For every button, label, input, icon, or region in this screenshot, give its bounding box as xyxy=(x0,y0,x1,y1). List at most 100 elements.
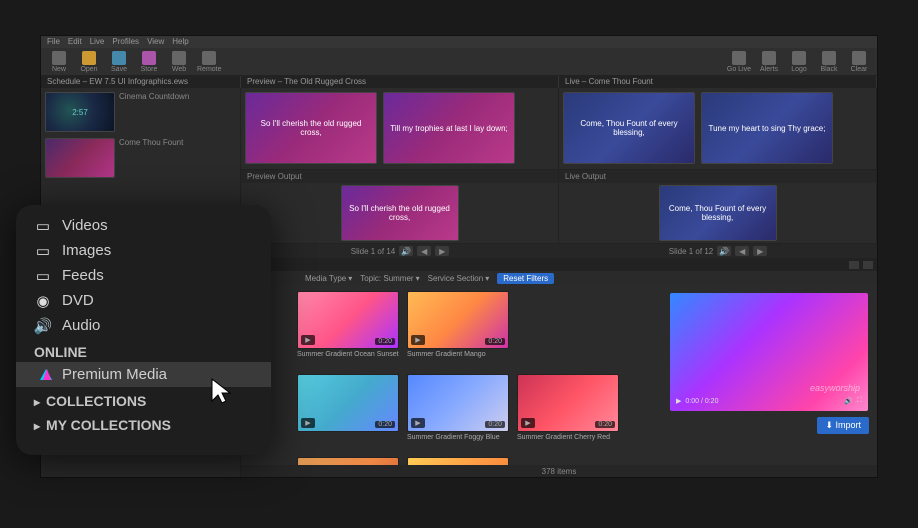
media-thumb: ▶0:20 xyxy=(407,291,509,349)
alerts-icon xyxy=(762,51,776,65)
preview-slides: So I'll cherish the old rugged cross,Til… xyxy=(241,88,559,169)
next-button[interactable]: ▶ xyxy=(435,246,449,256)
toolbar-black[interactable]: Black xyxy=(817,51,841,73)
menu-view[interactable]: View xyxy=(147,37,164,47)
volume-icon[interactable]: 🔊 xyxy=(399,246,413,256)
clear-icon xyxy=(852,51,866,65)
fullscreen-icon[interactable]: ⛶ xyxy=(857,397,862,405)
toolbar-store[interactable]: Store xyxy=(137,51,161,73)
play-icon: ▶ xyxy=(411,335,425,345)
menu-item-audio[interactable]: 🔊Audio xyxy=(16,313,271,338)
live-output-slide[interactable]: Come, Thou Fount of every blessing, xyxy=(659,185,777,241)
next-button[interactable]: ▶ xyxy=(753,246,767,256)
media-thumb xyxy=(407,457,509,465)
duration-badge: 0:20 xyxy=(485,421,505,428)
menu-item-feeds[interactable]: ▭Feeds xyxy=(16,263,271,288)
media-title: Summer Gradient Mango xyxy=(407,351,509,358)
slide[interactable]: Come, Thou Fount of every blessing, xyxy=(563,92,695,164)
toolbar-go-live[interactable]: Go Live xyxy=(727,51,751,73)
filter-topic[interactable]: Topic: Summer ▾ xyxy=(360,274,419,283)
menu-profiles[interactable]: Profiles xyxy=(112,37,139,47)
collections-section[interactable]: COLLECTIONS xyxy=(16,387,271,411)
new-icon xyxy=(52,51,66,65)
chevron-down-icon: ▾ xyxy=(485,274,489,283)
play-icon: ▶ xyxy=(411,418,425,428)
media-title: Summer Gradient Foggy Blue xyxy=(407,434,509,441)
preview-output-slide[interactable]: So I'll cherish the old rugged cross, xyxy=(341,185,459,241)
toolbar-open[interactable]: Open xyxy=(77,51,101,73)
toolbar-new[interactable]: New xyxy=(47,51,71,73)
prev-button[interactable]: ◀ xyxy=(735,246,749,256)
media-thumb: ▶0:20 xyxy=(297,374,399,432)
store-icon xyxy=(142,51,156,65)
toolbar-save[interactable]: Save xyxy=(107,51,131,73)
web-icon xyxy=(172,51,186,65)
live-slides: Come, Thou Fount of every blessing,Tune … xyxy=(559,88,877,169)
audio-icon: 🔊 xyxy=(34,319,52,333)
video-icon: ▭ xyxy=(34,219,52,233)
filter-media-type[interactable]: Media Type ▾ xyxy=(305,274,352,283)
duration-badge: 0:20 xyxy=(375,338,395,345)
media-grid: ▶0:20Summer Gradient Ocean Sunset▶0:20Su… xyxy=(247,291,656,465)
media-tile[interactable]: ▶0:20Summer Gradient Cherry Red xyxy=(517,374,619,441)
media-tile[interactable]: ▶0:20 Summer Gradient Mango xyxy=(407,291,509,358)
filter-service-section[interactable]: Service Section ▾ xyxy=(428,274,490,283)
undock-icon[interactable] xyxy=(849,261,859,269)
play-icon: ▶ xyxy=(301,418,315,428)
media-thumb xyxy=(297,457,399,465)
media-preview-video[interactable]: easyworship ▶ 0:00 / 0:20 🔊 ⛶ xyxy=(670,293,868,411)
image-icon: ▭ xyxy=(34,244,52,258)
schedule-item[interactable]: 2:57Cinema Countdown xyxy=(45,92,236,132)
media-title: Summer Gradient Ocean Sunset xyxy=(297,351,399,358)
media-filters: Media Type ▾ Topic: Summer ▾ Service Sec… xyxy=(241,271,877,285)
live-output-label: Live Output xyxy=(559,170,876,183)
feed-icon: ▭ xyxy=(34,269,52,283)
menu-file[interactable]: File xyxy=(47,37,60,47)
dvd-icon: ◉ xyxy=(34,294,52,308)
menu-item-images[interactable]: ▭Images xyxy=(16,238,271,263)
chevron-down-icon: ▾ xyxy=(348,274,352,283)
menu-item-premium-media[interactable]: Premium Media xyxy=(16,362,271,387)
schedule-thumb xyxy=(45,138,115,178)
menu-edit[interactable]: Edit xyxy=(68,37,82,47)
import-button[interactable]: ⬇ Import xyxy=(817,417,869,434)
toolbar: New Open Save Store Web Remote Go Live Alerts L… xyxy=(41,48,877,76)
toolbar-remote[interactable]: Remote xyxy=(197,51,222,73)
video-time: 0:00 / 0:20 xyxy=(685,398,718,405)
toolbar-clear[interactable]: Clear xyxy=(847,51,871,73)
menu-item-dvd[interactable]: ◉DVD xyxy=(16,288,271,313)
close-icon[interactable] xyxy=(863,261,873,269)
media-preview-panel: easyworship ▶ 0:00 / 0:20 🔊 ⛶ ⬇ Import xyxy=(662,285,877,465)
menu-live[interactable]: Live xyxy=(90,37,105,47)
panel-headers: Schedule – EW 7.5 UI Infographics.ews Pr… xyxy=(41,76,877,88)
go live-icon xyxy=(732,51,746,65)
volume-icon[interactable]: 🔊 xyxy=(844,397,853,405)
chevron-down-icon: ▾ xyxy=(416,274,420,283)
media-source-menu: ▭Videos▭Images▭Feeds◉DVD🔊Audio ONLINE Pr… xyxy=(16,205,271,455)
menu-help[interactable]: Help xyxy=(172,37,188,47)
menu-item-videos[interactable]: ▭Videos xyxy=(16,213,271,238)
media-tile[interactable] xyxy=(297,457,399,465)
slide[interactable]: So I'll cherish the old rugged cross, xyxy=(245,92,377,164)
volume-icon[interactable]: 🔊 xyxy=(717,246,731,256)
toolbar-web[interactable]: Web xyxy=(167,51,191,73)
prev-button[interactable]: ◀ xyxy=(417,246,431,256)
media-tile[interactable] xyxy=(407,457,509,465)
media-tile[interactable]: ▶ 0:20 Summer Gradient Ocean Sunset xyxy=(297,291,399,358)
toolbar-logo[interactable]: Logo xyxy=(787,51,811,73)
preview-header: Preview – The Old Rugged Cross xyxy=(241,76,559,88)
schedule-header: Schedule – EW 7.5 UI Infographics.ews xyxy=(41,76,241,88)
media-tile[interactable]: ▶ 0:20 Summer Gradient Foggy Blue xyxy=(407,374,509,441)
online-section-label: ONLINE xyxy=(16,338,271,362)
reset-filters-button[interactable]: Reset Filters xyxy=(497,273,554,284)
open-icon xyxy=(82,51,96,65)
play-icon[interactable]: ▶ xyxy=(676,397,681,405)
slide[interactable]: Till my trophies at last I lay down; xyxy=(383,92,515,164)
live-header: Live – Come Thou Fount xyxy=(559,76,877,88)
schedule-item[interactable]: Come Thou Fount xyxy=(45,138,236,178)
slide[interactable]: Tune my heart to sing Thy grace; xyxy=(701,92,833,164)
play-icon: ▶ xyxy=(301,335,315,345)
toolbar-alerts[interactable]: Alerts xyxy=(757,51,781,73)
media-tile[interactable]: ▶0:20 xyxy=(297,374,399,441)
my-collections-section[interactable]: MY COLLECTIONS xyxy=(16,411,271,435)
